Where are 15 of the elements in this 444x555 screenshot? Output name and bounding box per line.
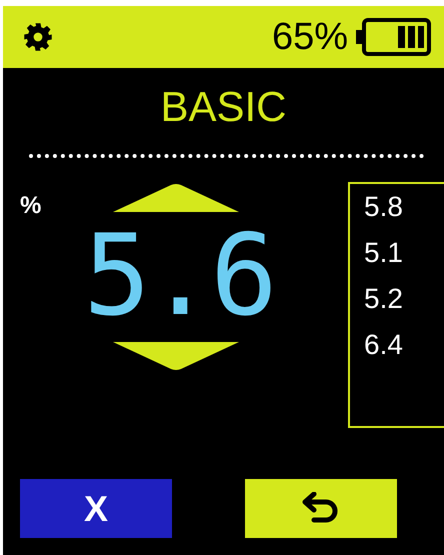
battery-icon (356, 17, 432, 57)
increase-arrow[interactable] (112, 184, 238, 212)
battery-percentage: 65% (272, 18, 348, 56)
settings-icon[interactable] (23, 22, 53, 52)
history-value: 6.4 (364, 328, 404, 362)
history-value: 5.1 (364, 236, 404, 270)
decrease-arrow[interactable] (112, 342, 238, 370)
return-icon (302, 492, 340, 526)
cancel-button[interactable]: X (20, 479, 172, 538)
history-value: 5.8 (364, 190, 404, 224)
value-display: 5.6 (83, 220, 274, 332)
mode-title: BASIC (159, 86, 288, 128)
back-button[interactable] (245, 479, 397, 538)
unit-label: % (20, 192, 42, 220)
history-value: 5.2 (364, 282, 404, 316)
